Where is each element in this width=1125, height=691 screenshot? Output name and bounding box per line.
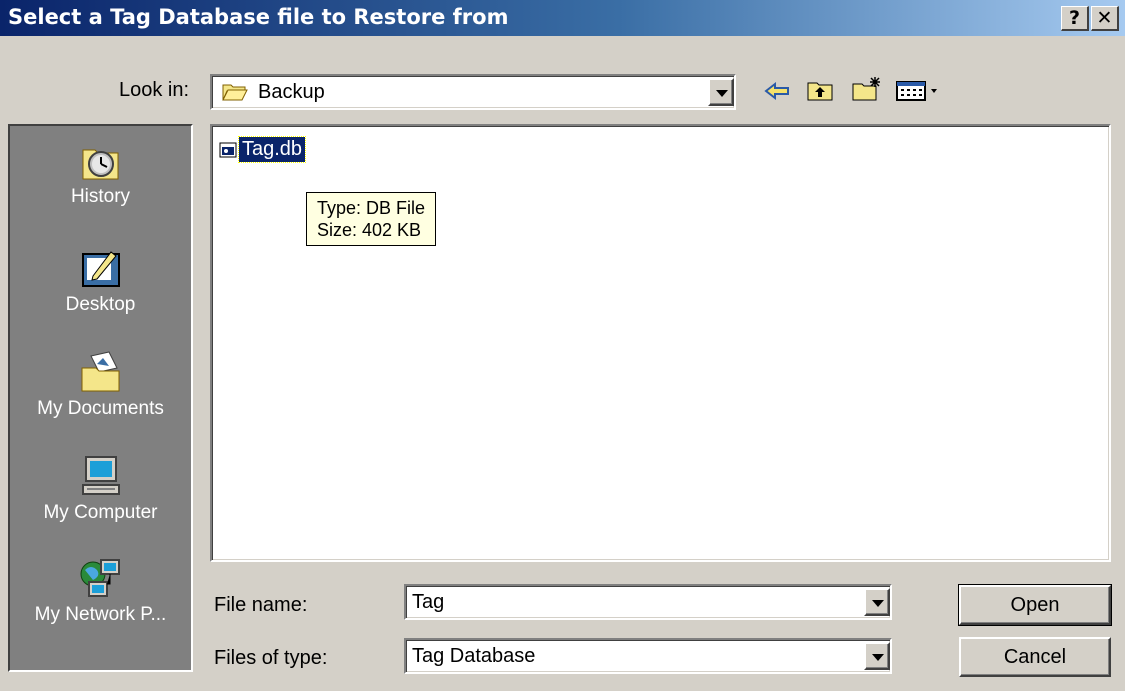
places-item-my-computer[interactable]: My Computer bbox=[10, 454, 191, 524]
places-item-my-documents[interactable]: My Documents bbox=[10, 350, 191, 420]
desktop-icon bbox=[81, 251, 120, 287]
file-type-select[interactable]: Tag Database bbox=[404, 638, 892, 674]
tooltip-size: Size: 402 KB bbox=[317, 220, 422, 240]
file-name-field[interactable]: Tag bbox=[404, 584, 892, 620]
file-type-value: Tag Database bbox=[412, 645, 536, 667]
file-name-dropdown-button[interactable] bbox=[864, 588, 890, 616]
history-icon bbox=[82, 149, 118, 180]
cancel-button[interactable]: Cancel bbox=[959, 637, 1111, 677]
places-label-my-documents: My Documents bbox=[37, 398, 164, 419]
my-computer-icon bbox=[81, 456, 120, 495]
up-folder-icon[interactable] bbox=[806, 78, 834, 102]
open-button[interactable]: Open bbox=[958, 584, 1112, 626]
file-name-label: Tag.db bbox=[237, 136, 307, 163]
help-button[interactable]: ? bbox=[1061, 6, 1089, 31]
places-bar: History Desktop My Documents My Computer bbox=[8, 124, 193, 672]
my-documents-icon bbox=[81, 351, 119, 392]
close-button[interactable]: ✕ bbox=[1091, 6, 1119, 31]
view-menu-icon[interactable] bbox=[896, 80, 942, 102]
look-in-value: Backup bbox=[258, 81, 325, 103]
file-type-dropdown-button[interactable] bbox=[864, 642, 890, 670]
places-label-history: History bbox=[70, 186, 131, 207]
places-item-desktop[interactable]: Desktop bbox=[10, 246, 191, 316]
file-info-tooltip: Type: DB File Size: 402 KB bbox=[306, 192, 437, 246]
look-in-label: Look in: bbox=[119, 79, 190, 101]
back-icon[interactable] bbox=[764, 81, 790, 101]
open-folder-icon bbox=[222, 84, 248, 101]
file-name-value[interactable]: Tag bbox=[412, 591, 444, 614]
look-in-dropdown-button[interactable] bbox=[708, 78, 734, 106]
places-label-network-places: My Network P... bbox=[34, 604, 167, 625]
tooltip-type: Type: DB File bbox=[317, 198, 426, 218]
file-list[interactable]: Tag.db Type: DB File Size: 402 KB bbox=[210, 124, 1111, 562]
places-label-my-computer: My Computer bbox=[43, 502, 158, 523]
network-places-icon bbox=[80, 559, 120, 597]
file-name-field-label: File name: bbox=[214, 594, 308, 616]
look-in-dropdown[interactable]: Backup bbox=[210, 74, 736, 110]
file-type-label: Files of type: bbox=[214, 647, 328, 669]
window-title: Select a Tag Database file to Restore fr… bbox=[8, 5, 509, 29]
places-item-history[interactable]: History bbox=[10, 138, 191, 208]
places-label-desktop: Desktop bbox=[65, 294, 136, 315]
places-item-network-places[interactable]: My Network P... bbox=[10, 556, 191, 626]
new-folder-icon[interactable] bbox=[851, 76, 883, 102]
database-file-icon bbox=[219, 142, 237, 158]
